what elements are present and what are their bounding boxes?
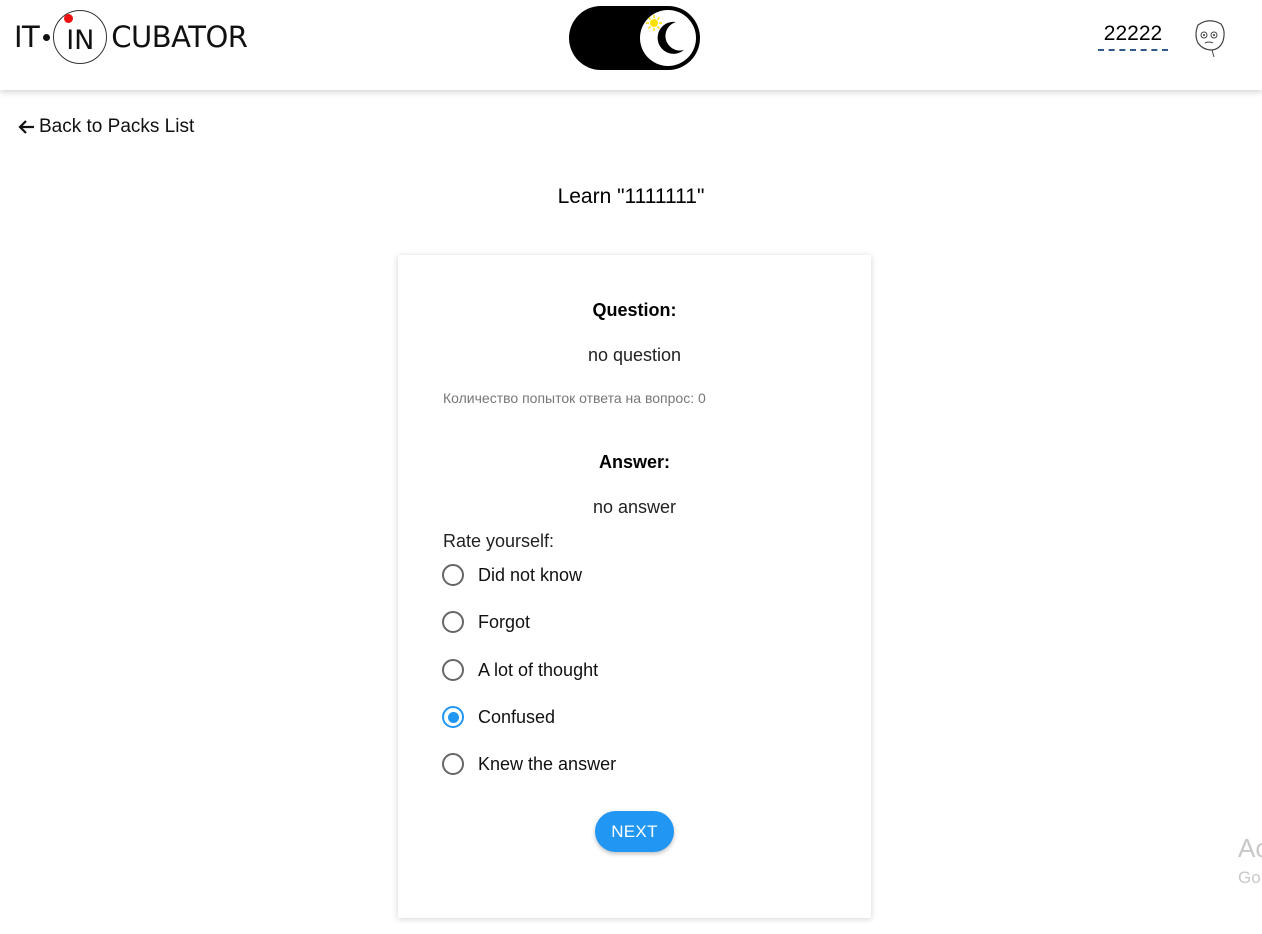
- rating-option-confused[interactable]: Confused: [442, 701, 555, 733]
- question-label: Question:: [592, 300, 677, 320]
- rating-option-label: A lot of thought: [478, 659, 599, 680]
- rating-option-a-lot-of-thought[interactable]: A lot of thought: [442, 654, 598, 686]
- radio-button-checked[interactable]: [442, 706, 464, 728]
- it-incubator-logo[interactable]: IT IN CUBATOR: [14, 10, 248, 64]
- learn-card: Question: no question Количество попыток…: [398, 255, 871, 918]
- logo-text-in: IN: [66, 24, 95, 56]
- moon-sun-icon: [646, 15, 684, 54]
- attempts-count-text: Количество попыток ответа на вопрос: 0: [443, 390, 706, 406]
- theme-toggle[interactable]: [569, 6, 700, 70]
- theme-toggle-knob: [640, 10, 696, 66]
- activate-windows-watermark-line2: Go: [1238, 868, 1261, 887]
- radio-button[interactable]: [442, 753, 464, 775]
- radio-button[interactable]: [442, 611, 464, 633]
- logo-red-dot: [64, 14, 74, 23]
- rating-option-label: Confused: [478, 706, 556, 727]
- meme-face-avatar-icon[interactable]: [1190, 17, 1228, 59]
- back-to-packs-link[interactable]: Back to Packs List: [18, 116, 194, 138]
- logo-dot: [43, 33, 51, 41]
- logo-circle: IN: [53, 10, 108, 64]
- app-header: IT IN CUBATOR 22222: [0, 0, 1262, 90]
- rating-option-label: Knew the answer: [478, 753, 617, 774]
- answer-label: Answer:: [598, 452, 670, 472]
- activate-windows-watermark-line1: Ac: [1238, 833, 1262, 863]
- radio-button[interactable]: [442, 659, 464, 681]
- user-name-link[interactable]: 22222: [1098, 22, 1168, 51]
- question-text: no question: [587, 345, 682, 365]
- answer-text: no answer: [592, 497, 677, 517]
- back-link-label: Back to Packs List: [39, 116, 195, 137]
- rating-option-label: Did not know: [478, 564, 583, 585]
- logo-text-it: IT: [14, 20, 40, 54]
- next-button[interactable]: NEXT: [595, 811, 674, 852]
- page-title: Learn "1111111": [557, 185, 705, 208]
- rating-option-knew-the-answer[interactable]: Knew the answer: [442, 748, 616, 780]
- rate-yourself-label: Rate yourself:: [443, 531, 555, 551]
- rating-option-label: Forgot: [478, 611, 531, 632]
- logo-text-cubator: CUBATOR: [111, 20, 248, 54]
- radio-button[interactable]: [442, 564, 464, 586]
- arrow-left-icon: [18, 119, 36, 135]
- rating-option-forgot[interactable]: Forgot: [442, 606, 530, 638]
- rating-option-did-not-know[interactable]: Did not know: [442, 559, 582, 591]
